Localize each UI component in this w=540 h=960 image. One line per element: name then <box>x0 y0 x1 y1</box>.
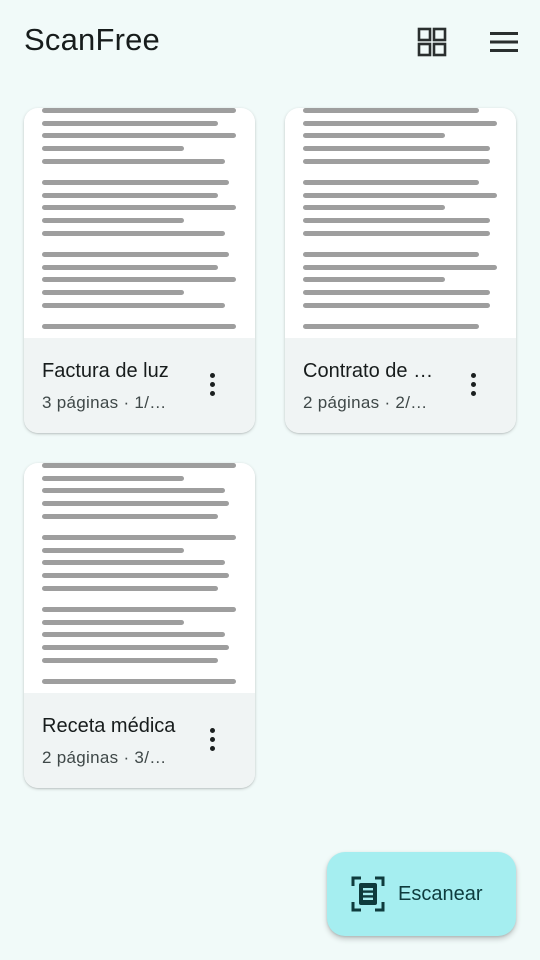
document-scan-icon <box>351 876 385 912</box>
document-meta: 2 páginas · 2/… <box>303 393 428 412</box>
more-vert-icon <box>209 727 215 733</box>
menu-button[interactable] <box>482 20 526 64</box>
more-options-button[interactable] <box>192 717 232 761</box>
more-options-button[interactable] <box>453 362 493 406</box>
document-info: Receta médica 2 páginas · 3/… <box>24 693 255 788</box>
grid-view-button[interactable] <box>410 20 454 64</box>
document-info: Contrato de alquiler 2 páginas · 2/… <box>285 338 516 433</box>
document-card[interactable]: Contrato de alquiler 2 páginas · 2/… <box>285 108 516 433</box>
more-options-button[interactable] <box>192 362 232 406</box>
document-card[interactable]: Receta médica 2 páginas · 3/… <box>24 463 255 788</box>
document-thumbnail <box>285 108 516 338</box>
document-meta: 3 páginas · 1/… <box>42 393 167 412</box>
document-thumbnail <box>24 108 255 338</box>
grid-view-icon <box>417 27 447 57</box>
document-info: Factura de luz 3 páginas · 1/… <box>24 338 255 433</box>
scan-label: Escanear <box>398 883 483 905</box>
app-title: ScanFree <box>24 22 160 57</box>
document-card[interactable]: Factura de luz 3 páginas · 1/… <box>24 108 255 433</box>
more-vert-icon <box>209 372 215 378</box>
document-name: Receta médica <box>42 715 176 737</box>
document-meta: 2 páginas · 3/… <box>42 748 167 767</box>
scan-fab-button[interactable]: Escanear <box>327 852 516 936</box>
document-name: Contrato de alquiler <box>303 360 437 382</box>
document-name: Factura de luz <box>42 360 169 382</box>
hamburger-menu-icon <box>490 32 518 52</box>
app-bar: ScanFree <box>0 0 540 86</box>
document-thumbnail <box>24 463 255 693</box>
more-vert-icon <box>470 372 476 378</box>
